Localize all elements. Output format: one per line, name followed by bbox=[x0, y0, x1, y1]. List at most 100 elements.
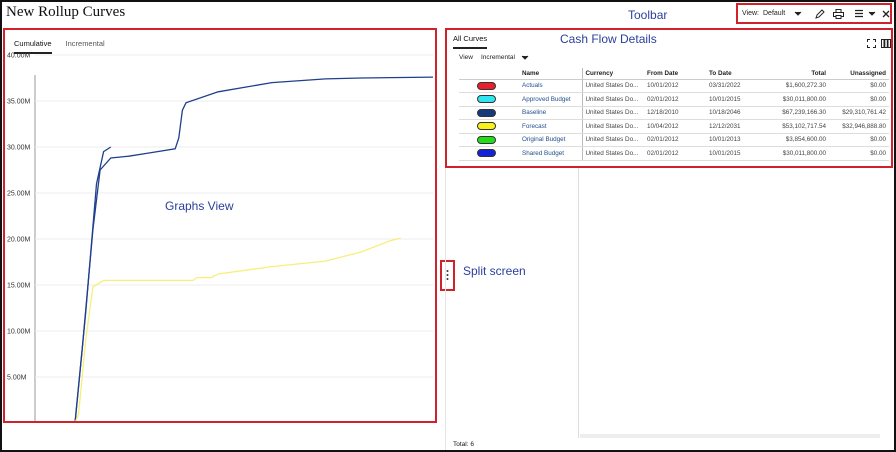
cash-flow-details-panel: All Curves Cash Flow Details View Increm… bbox=[445, 28, 893, 168]
split-screen-handle[interactable] bbox=[440, 260, 455, 291]
toolbar: View: Default bbox=[736, 3, 892, 24]
color-swatch bbox=[477, 149, 496, 158]
table-row[interactable]: Shared Budget United States Do... 02/01/… bbox=[459, 146, 889, 161]
y-tick-label: 35.00M bbox=[7, 99, 31, 106]
cell-unassigned: $0.00 bbox=[829, 92, 889, 107]
color-swatch bbox=[477, 95, 496, 104]
close-button[interactable] bbox=[882, 10, 890, 18]
curve-name-link[interactable]: Forecast bbox=[519, 119, 582, 134]
details-tabs: All Curves bbox=[453, 34, 488, 49]
menu-icon bbox=[855, 9, 864, 18]
cell-unassigned: $32,946,888.80 bbox=[829, 119, 889, 134]
cell-currency: United States Do... bbox=[581, 79, 644, 93]
view-select-value: Default bbox=[763, 10, 786, 17]
panel-divider bbox=[445, 168, 446, 450]
close-icon bbox=[882, 10, 890, 17]
horizontal-scrollbar[interactable] bbox=[580, 434, 880, 438]
edit-button[interactable] bbox=[815, 8, 825, 19]
cell-unassigned: $0.00 bbox=[829, 146, 889, 161]
table-row[interactable]: Original Budget United States Do... 02/0… bbox=[459, 133, 889, 147]
y-tick-label: 40.00M bbox=[7, 53, 31, 60]
color-swatch bbox=[477, 135, 496, 144]
cell-to-date: 12/12/2031 bbox=[706, 119, 766, 134]
chevron-down-icon bbox=[794, 11, 802, 16]
cell-from-date: 02/01/2012 bbox=[644, 133, 706, 147]
y-tick-label: 5.00M bbox=[7, 375, 27, 382]
table-row[interactable]: Baseline United States Do... 12/18/2010 … bbox=[459, 106, 889, 120]
cell-from-date: 10/01/2012 bbox=[644, 79, 706, 93]
details-view-value: Incremental bbox=[480, 54, 515, 61]
pencil-icon bbox=[815, 8, 825, 19]
cell-currency: United States Do... bbox=[581, 133, 644, 147]
chevron-down-icon bbox=[868, 11, 876, 16]
y-tick-label: 30.00M bbox=[7, 145, 31, 152]
columns-icon bbox=[881, 39, 891, 48]
cell-total: $30,011,800.00 bbox=[766, 92, 829, 107]
cell-unassigned: $29,310,761.42 bbox=[829, 106, 889, 120]
menu-button[interactable] bbox=[854, 9, 876, 18]
cash-flow-details-annotation: Cash Flow Details bbox=[560, 32, 657, 46]
cumulative-chart: 5.00M 10.00M 15.00M 20.00M 25.00M 30.00M 35.00… bbox=[7, 53, 434, 421]
cell-total: $67,239,166.30 bbox=[766, 106, 829, 120]
tab-all-curves[interactable]: All Curves bbox=[453, 34, 488, 49]
print-icon bbox=[833, 8, 845, 19]
cell-to-date: 10/01/2015 bbox=[706, 92, 766, 107]
graphs-view-annotation: Graphs View bbox=[165, 199, 234, 213]
details-view-row: View Incremental bbox=[459, 54, 529, 61]
cell-currency: United States Do... bbox=[581, 119, 644, 134]
details-view-label: View bbox=[459, 54, 473, 61]
columns-button[interactable] bbox=[881, 35, 891, 53]
color-swatch bbox=[477, 108, 496, 117]
curve-name-link[interactable]: Actuals bbox=[519, 79, 582, 93]
expand-icon bbox=[867, 39, 876, 48]
y-tick-label: 10.00M bbox=[7, 329, 31, 336]
cell-from-date: 02/01/2012 bbox=[644, 146, 706, 161]
cell-currency: United States Do... bbox=[581, 106, 644, 120]
curves-table: Name Currency From Date To Date Total Un… bbox=[459, 68, 889, 161]
view-select[interactable]: Default bbox=[763, 10, 802, 17]
y-tick-label: 15.00M bbox=[7, 283, 31, 290]
cell-total: $1,600,272.30 bbox=[766, 79, 829, 93]
series-line-1 bbox=[74, 146, 112, 421]
toolbar-annotation: Toolbar bbox=[628, 8, 668, 22]
column-header-to-date[interactable]: To Date bbox=[706, 68, 766, 80]
column-header-name[interactable]: Name bbox=[519, 68, 582, 80]
curve-name-link[interactable]: Shared Budget bbox=[519, 146, 582, 161]
cell-from-date: 02/01/2012 bbox=[644, 92, 706, 107]
cell-total: $30,011,800.00 bbox=[766, 146, 829, 161]
table-row[interactable]: Forecast United States Do... 10/04/2012 … bbox=[459, 119, 889, 134]
curve-name-link[interactable]: Baseline bbox=[519, 106, 582, 120]
cell-to-date: 03/31/2022 bbox=[706, 79, 766, 93]
color-swatch bbox=[477, 81, 496, 90]
expand-button[interactable] bbox=[867, 35, 876, 53]
y-tick-label: 25.00M bbox=[7, 191, 31, 198]
cell-currency: United States Do... bbox=[581, 92, 644, 107]
column-header-color bbox=[459, 68, 519, 80]
total-count: Total: 6 bbox=[453, 441, 474, 448]
details-view-select[interactable]: Incremental bbox=[481, 54, 529, 61]
table-row[interactable]: Approved Budget United States Do... 02/0… bbox=[459, 92, 889, 107]
column-header-from-date[interactable]: From Date bbox=[644, 68, 706, 80]
cell-from-date: 10/04/2012 bbox=[644, 119, 706, 134]
cell-unassigned: $0.00 bbox=[829, 79, 889, 93]
column-header-unassigned[interactable]: Unassigned bbox=[829, 68, 889, 80]
series-line-0 bbox=[74, 76, 434, 421]
table-header-row: Name Currency From Date To Date Total Un… bbox=[459, 68, 889, 80]
split-screen-annotation: Split screen bbox=[463, 264, 526, 278]
color-swatch bbox=[477, 122, 496, 131]
curve-name-link[interactable]: Approved Budget bbox=[519, 92, 582, 107]
column-header-currency[interactable]: Currency bbox=[581, 68, 644, 80]
page-title: New Rollup Curves bbox=[6, 4, 126, 20]
vertical-dots-icon bbox=[446, 270, 449, 280]
cell-to-date: 10/01/2015 bbox=[706, 146, 766, 161]
cell-total: $53,102,717.54 bbox=[766, 119, 829, 134]
cell-to-date: 10/18/2046 bbox=[706, 106, 766, 120]
table-row[interactable]: Actuals United States Do... 10/01/2012 0… bbox=[459, 79, 889, 93]
curve-name-link[interactable]: Original Budget bbox=[519, 133, 582, 147]
cell-from-date: 12/18/2010 bbox=[644, 106, 706, 120]
column-header-total[interactable]: Total bbox=[766, 68, 829, 80]
cell-currency: United States Do... bbox=[581, 146, 644, 161]
cell-to-date: 10/01/2013 bbox=[706, 133, 766, 147]
cell-unassigned: $0.00 bbox=[829, 133, 889, 147]
print-button[interactable] bbox=[833, 8, 845, 19]
